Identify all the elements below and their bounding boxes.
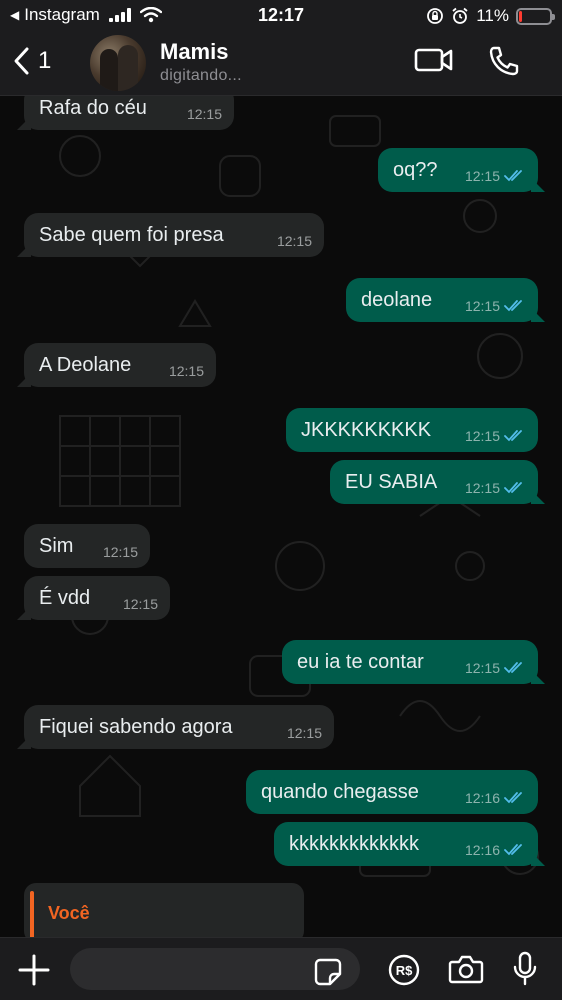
outgoing-message[interactable]: eu ia te contar 12:15 [282,640,538,684]
message-time: 12:15 [102,544,138,560]
chat-header: 1 Mamis digitando... [0,30,562,96]
message-text: Fiquei sabendo agora [39,715,233,738]
message-text: deolane [361,288,433,311]
sticker-icon[interactable] [314,958,342,986]
message-meta: 12:15 [103,544,138,560]
outgoing-message[interactable]: quando chegasse 12:16 [246,770,538,814]
incoming-message[interactable]: Rafa do céu 12:15 [24,96,234,130]
message-text: oq?? [393,158,438,181]
message-meta: 12:16 [465,842,524,858]
reply-accent-bar [30,891,34,937]
message-meta: 12:15 [187,106,222,122]
message-time: 12:16 [464,790,500,806]
message-time: 12:15 [122,596,158,612]
message-text: Sim [39,534,74,557]
message-meta: 12:15 [277,233,312,249]
read-receipt-icon [504,844,522,856]
message-time: 12:15 [168,363,204,379]
incoming-message[interactable]: Fiquei sabendo agora 12:15 [24,705,334,749]
status-bar: ◀ Instagram 12:17 11% [0,0,562,30]
message-text: quando chegasse [261,780,419,803]
message-text: EU SABIA [345,470,438,493]
camera-icon[interactable] [448,954,484,984]
message-time: 12:15 [464,660,500,676]
message-time: 12:15 [464,298,500,314]
message-time: 12:15 [186,106,222,122]
contact-name[interactable]: Mamis [160,39,228,65]
read-receipt-icon [504,792,522,804]
battery-level [519,10,523,22]
message-meta: 12:15 [465,480,524,496]
read-receipt-icon [504,170,522,182]
message-time: 12:15 [464,428,500,444]
reply-preview[interactable]: Você [24,883,304,937]
incoming-message[interactable]: É vdd 12:15 [24,576,170,620]
message-text: kkkkkkkkkkkkk [289,832,419,855]
unread-count: 1 [38,47,52,74]
back-button[interactable]: 1 [12,46,51,76]
message-time: 12:15 [286,725,322,741]
message-meta: 12:15 [465,168,524,184]
message-meta: 12:15 [465,298,524,314]
message-meta: 12:15 [287,725,322,741]
message-text: eu ia te contar [297,650,424,673]
outgoing-message[interactable]: oq?? 12:15 [378,148,538,192]
incoming-message[interactable]: A Deolane 12:15 [24,343,216,387]
message-meta: 12:15 [169,363,204,379]
input-bar: R$ [0,937,562,1000]
read-receipt-icon [504,300,522,312]
incoming-message[interactable]: Sim 12:15 [24,524,150,568]
message-meta: 12:15 [465,428,524,444]
message-meta: 12:15 [123,596,158,612]
message-text: JKKKKKKKKK [301,418,432,441]
incoming-message[interactable]: Sabe quem foi presa 12:15 [24,213,324,257]
svg-text:R$: R$ [396,963,413,978]
battery-percent: 11% [476,6,509,25]
message-time: 12:15 [464,480,500,496]
message-text: Rafa do céu [39,96,147,119]
microphone-icon[interactable] [512,951,538,987]
reply-author: Você [48,903,90,923]
avatar[interactable] [90,35,146,91]
chat-area[interactable]: Rafa do céu 12:15 oq?? 12:15 Sabe quem foi p… [0,96,562,937]
outgoing-message[interactable]: EU SABIA 12:15 [330,460,538,504]
alarm-icon [452,7,468,24]
outgoing-message[interactable]: kkkkkkkkkkkkk 12:16 [274,822,538,866]
back-chevron-icon [14,47,29,75]
outgoing-message[interactable]: deolane 12:15 [346,278,538,322]
message-meta: 12:16 [465,790,524,806]
outgoing-message[interactable]: JKKKKKKKKK 12:15 [286,408,538,452]
video-call-icon[interactable] [414,45,454,75]
plus-icon[interactable] [18,954,50,986]
orientation-lock-icon [427,8,444,24]
read-receipt-icon [504,430,522,442]
message-time: 12:16 [464,842,500,858]
read-receipt-icon [504,662,522,674]
contact-status: digitando... [160,67,242,84]
message-text: É vdd [39,586,91,609]
message-text: Sabe quem foi presa [39,223,224,246]
phone-icon[interactable] [488,45,520,77]
message-text: A Deolane [39,353,132,376]
read-receipt-icon [504,482,522,494]
message-time: 12:15 [276,233,312,249]
battery-icon [516,7,555,25]
pix-payment-icon[interactable]: R$ [388,954,420,986]
message-time: 12:15 [464,168,500,184]
message-meta: 12:15 [465,660,524,676]
